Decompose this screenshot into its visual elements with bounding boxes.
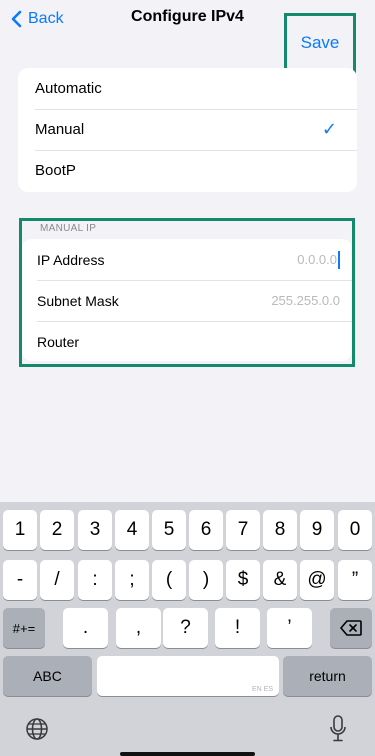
mode-label: Automatic bbox=[35, 80, 102, 97]
key-3[interactable]: 3 bbox=[78, 510, 112, 550]
key-slash[interactable]: / bbox=[40, 560, 74, 600]
return-key[interactable]: return bbox=[283, 656, 372, 696]
numeric-keyboard: 1 2 3 4 5 6 7 8 9 0 - / : ; ( ) $ & @ ” … bbox=[0, 502, 375, 756]
manual-ip-list: IP Address Subnet Mask Router bbox=[22, 239, 352, 361]
key-at[interactable]: @ bbox=[300, 560, 334, 600]
ip-address-field[interactable] bbox=[227, 252, 337, 267]
key-quote[interactable]: ” bbox=[338, 560, 372, 600]
microphone-icon bbox=[330, 715, 346, 742]
key-8[interactable]: 8 bbox=[263, 510, 297, 550]
abc-key[interactable]: ABC bbox=[3, 656, 92, 696]
mode-option-bootp[interactable]: BootP bbox=[18, 150, 357, 191]
field-label: IP Address bbox=[37, 251, 105, 268]
key-9[interactable]: 9 bbox=[300, 510, 334, 550]
key-hyphen[interactable]: - bbox=[3, 560, 37, 600]
ipv4-mode-list: Automatic Manual ✓ BootP bbox=[18, 68, 357, 192]
mode-option-manual[interactable]: Manual ✓ bbox=[18, 109, 357, 150]
field-label: Router bbox=[37, 333, 80, 350]
section-header: MANUAL IP bbox=[40, 223, 97, 234]
delete-key[interactable] bbox=[330, 608, 372, 648]
key-0[interactable]: 0 bbox=[338, 510, 372, 550]
subnet-mask-field[interactable] bbox=[230, 293, 340, 308]
key-close-paren[interactable]: ) bbox=[189, 560, 223, 600]
dictation-button[interactable] bbox=[327, 714, 349, 744]
key-apostrophe[interactable]: ’ bbox=[267, 608, 312, 648]
manual-ip-section: MANUAL IP IP Address Subnet Mask Router bbox=[19, 218, 355, 367]
key-question[interactable]: ? bbox=[163, 608, 208, 648]
key-1[interactable]: 1 bbox=[3, 510, 37, 550]
backspace-icon bbox=[340, 620, 362, 636]
router-field[interactable] bbox=[230, 334, 340, 349]
checkmark-icon: ✓ bbox=[321, 119, 337, 139]
key-4[interactable]: 4 bbox=[115, 510, 149, 550]
key-colon[interactable]: : bbox=[78, 560, 112, 600]
key-2[interactable]: 2 bbox=[40, 510, 74, 550]
ip-address-row[interactable]: IP Address bbox=[22, 239, 352, 280]
field-label: Subnet Mask bbox=[37, 292, 119, 309]
key-semicolon[interactable]: ; bbox=[115, 560, 149, 600]
mode-label: Manual bbox=[35, 121, 85, 138]
home-indicator bbox=[120, 752, 255, 756]
key-5[interactable]: 5 bbox=[152, 510, 186, 550]
router-row[interactable]: Router bbox=[22, 321, 352, 362]
key-period[interactable]: . bbox=[63, 608, 108, 648]
ip-address-field-wrap bbox=[227, 250, 340, 269]
key-dollar[interactable]: $ bbox=[226, 560, 260, 600]
key-ampersand[interactable]: & bbox=[263, 560, 297, 600]
mode-label: BootP bbox=[35, 162, 76, 179]
subnet-mask-row[interactable]: Subnet Mask bbox=[22, 280, 352, 321]
key-comma[interactable]: , bbox=[116, 608, 161, 648]
text-cursor bbox=[338, 250, 340, 269]
globe-button[interactable] bbox=[24, 716, 50, 742]
space-key[interactable]: EN ES bbox=[97, 656, 279, 696]
globe-icon bbox=[26, 718, 48, 740]
key-exclamation[interactable]: ! bbox=[215, 608, 260, 648]
key-7[interactable]: 7 bbox=[226, 510, 260, 550]
language-hint: EN ES bbox=[251, 686, 273, 693]
key-6[interactable]: 6 bbox=[189, 510, 223, 550]
key-open-paren[interactable]: ( bbox=[152, 560, 186, 600]
mode-option-automatic[interactable]: Automatic bbox=[18, 68, 357, 109]
key-symbols-toggle[interactable]: #+= bbox=[3, 608, 45, 648]
